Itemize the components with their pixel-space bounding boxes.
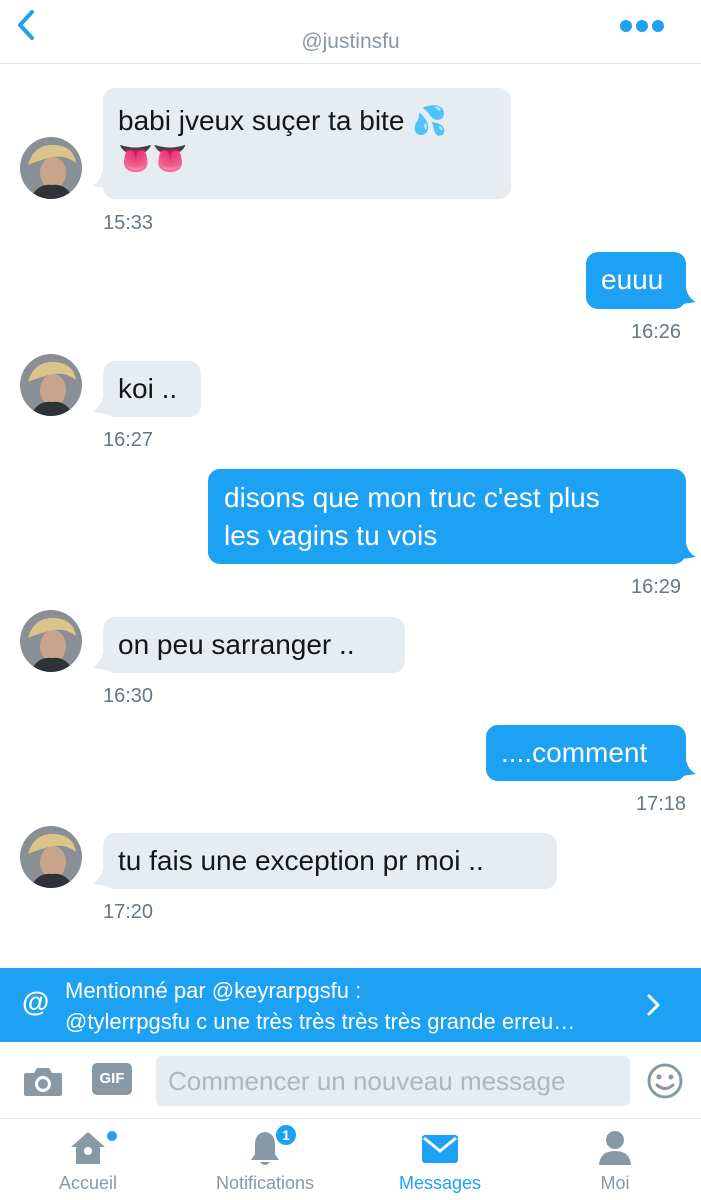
bubble-tail [682,760,698,776]
chevron-right-icon [640,990,666,1020]
message-bubble-outgoing[interactable]: disons que mon truc c'est plus les vagin… [208,469,686,564]
message-bubble-incoming[interactable]: on peu sarranger .. [103,617,405,673]
contact-avatar[interactable] [20,354,82,416]
message-timestamp: 17:20 [103,901,154,923]
message-timestamp: 15:33 [103,212,154,234]
camera-button[interactable] [22,1064,64,1098]
message-text: euuu [601,264,664,295]
avatar-photo [20,610,82,672]
tab-home[interactable]: Accueil [28,1119,148,1200]
message-input[interactable] [156,1056,630,1106]
bubble-tail [682,288,698,304]
person-icon [597,1129,633,1167]
bubble-tail [682,543,698,559]
message-bubble-incoming[interactable]: koi .. [103,361,201,417]
smiley-icon [647,1063,683,1099]
tab-label: Accueil [58,1173,118,1193]
message-timestamp: 16:29 [631,576,682,598]
message-bubble-outgoing[interactable]: ....comment [486,725,686,781]
notification-badge: 1 [274,1123,298,1147]
tab-bar: Accueil 1 Notifications Messages Moi [0,1118,701,1200]
message-text: les vagins tu vois [224,520,438,551]
gif-button[interactable]: GIF [92,1063,132,1095]
tab-messages[interactable]: Messages [380,1119,500,1200]
message-bubble-incoming[interactable]: tu fais une exception pr moi .. [103,833,557,889]
message-composer: GIF [0,1042,701,1118]
message-text: koi .. [118,373,178,404]
avatar-photo [20,354,82,416]
tab-label: Moi [600,1173,630,1193]
message-text-emoji: 👅👅 [118,143,188,174]
emoji-button[interactable] [646,1062,684,1100]
home-icon [68,1129,108,1167]
message-text: disons que mon truc c'est plus [224,482,600,513]
message-bubble-outgoing[interactable]: euuu [586,252,686,309]
message-text: tu fais une exception pr moi .. [118,845,484,876]
message-bubble-incoming[interactable]: babi jveux suçer ta bite 💦 👅👅 [103,88,511,199]
contact-avatar[interactable] [20,826,82,888]
tab-label: Notifications [215,1173,315,1193]
mention-banner[interactable]: @ Mentionné par @keyrarpgsfu : @tylerrpg… [0,968,701,1042]
more-options-button[interactable] [618,14,666,38]
message-timestamp: 16:26 [631,321,682,343]
contact-avatar[interactable] [20,610,82,672]
message-timestamp: 16:27 [103,429,154,451]
conversation-header: @justinsfu [0,0,701,64]
message-text: babi jveux suçer ta bite 💦 [118,105,448,136]
more-dots-icon [620,20,664,32]
mention-preview: @tylerrpgsfu c une très très très très g… [65,1009,576,1034]
tab-label: Messages [398,1173,482,1193]
new-content-dot [107,1131,117,1141]
tab-notifications[interactable]: 1 Notifications [190,1119,340,1200]
mention-title: Mentionné par @keyrarpgsfu : [65,978,362,1003]
message-text: on peu sarranger .. [118,629,355,660]
contact-avatar[interactable] [20,137,82,199]
avatar-photo [20,137,82,199]
camera-icon [24,1068,62,1096]
envelope-icon [421,1133,459,1165]
message-text: ....comment [501,737,648,768]
at-icon: @ [22,986,50,1017]
conversation-handle: @justinsfu [301,30,400,53]
message-timestamp: 17:18 [636,793,687,815]
avatar-photo [20,826,82,888]
message-timestamp: 16:30 [103,685,154,707]
tab-profile[interactable]: Moi [555,1119,675,1200]
